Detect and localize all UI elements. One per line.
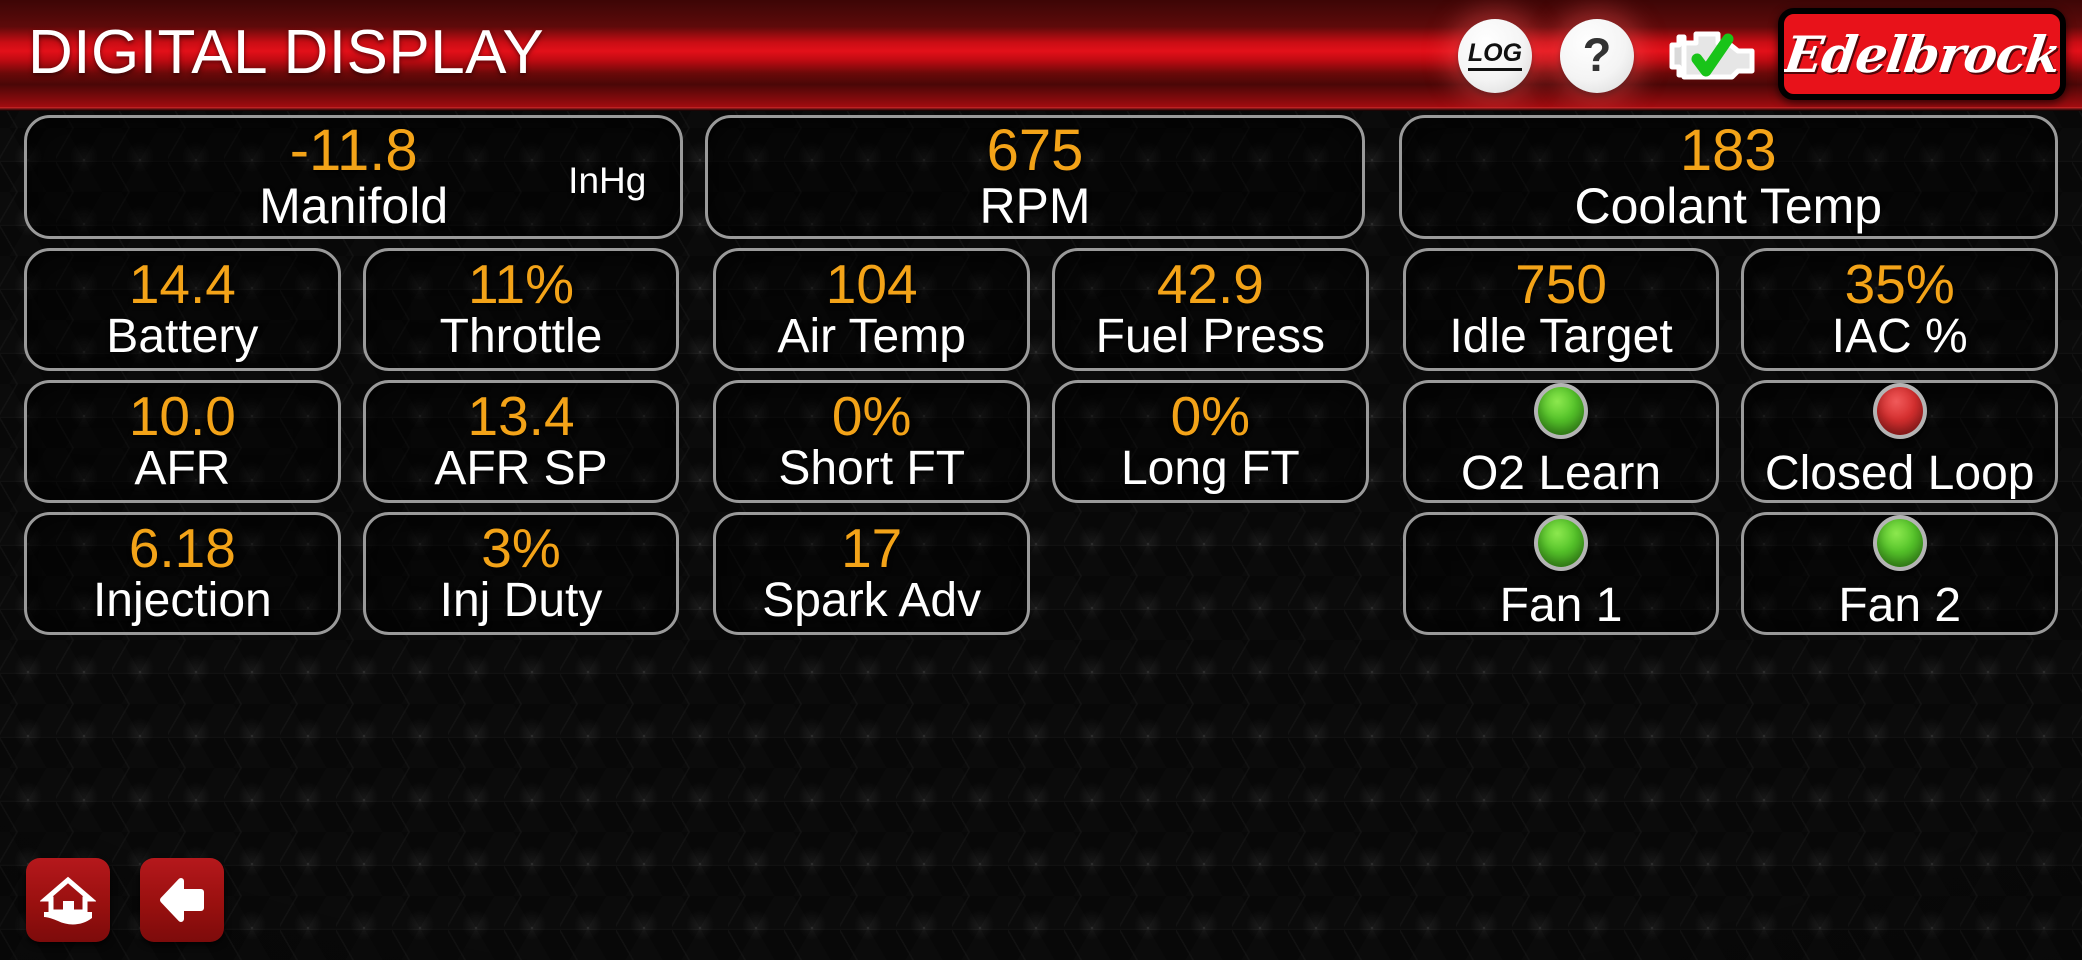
gauge-tile-throttle[interactable]: 11% Throttle <box>362 248 680 371</box>
gauge-label: Inj Duty <box>439 574 603 628</box>
log-label: LOG <box>1467 40 1523 71</box>
log-button[interactable]: LOG <box>1458 18 1532 93</box>
gauge-label: Short FT <box>778 442 966 496</box>
gauge-label: Air Temp <box>777 310 966 364</box>
question-mark-icon: ? <box>1582 27 1612 81</box>
gauge-tile-afr-sp[interactable]: 13.4 AFR SP <box>362 380 680 503</box>
gauge-value: 13.4 <box>467 385 575 448</box>
gauge-tile-short-ft[interactable]: 0% Short FT <box>713 380 1031 503</box>
gauge-row: 10.0 AFR 13.4 AFR SP 0% Short FT 0% Long FT O2 L… <box>24 380 2059 503</box>
gauge-label: Injection <box>92 574 272 628</box>
gauge-value: 0% <box>1170 385 1251 448</box>
gauge-tile-air-temp[interactable]: 104 Air Temp <box>713 248 1031 371</box>
gauge-tile-fan-2[interactable]: Fan 2 <box>1741 512 2059 635</box>
gauge-tile-inj-duty[interactable]: 3% Inj Duty <box>362 512 680 635</box>
gauge-value: 104 <box>825 253 918 316</box>
gauge-value: 42.9 <box>1156 253 1264 316</box>
gauge-tile-injection[interactable]: 6.18 Injection <box>24 512 341 635</box>
gauge-tile-manifold[interactable]: -11.8 Manifold InHg <box>24 115 684 239</box>
gauge-tile-iac[interactable]: 35% IAC % <box>1741 248 2059 371</box>
gauge-tile-fan-1[interactable]: Fan 1 <box>1402 512 1720 635</box>
gauge-label: Battery <box>106 310 259 364</box>
gauge-tile-spark-adv[interactable]: 17 Spark Adv <box>713 512 1031 635</box>
gauge-value: 750 <box>1515 253 1607 316</box>
status-led-green <box>1872 515 1927 572</box>
gauge-label: IAC % <box>1831 310 1968 364</box>
gauge-value: 10.0 <box>128 385 236 448</box>
gauge-label: AFR SP <box>434 442 608 496</box>
gauge-label: Spark Adv <box>762 574 982 628</box>
gauge-label: O2 Learn <box>1460 447 1662 501</box>
gauge-tile-battery[interactable]: 14.4 Battery <box>24 248 341 371</box>
gauge-label: Throttle <box>439 310 603 364</box>
gauge-label: Fan 1 <box>1499 579 1623 633</box>
gauge-label: Closed Loop <box>1764 447 2035 501</box>
gauge-row: -11.8 Manifold InHg 675 RPM 183 Coolant Temp <box>24 115 2058 239</box>
gauge-unit: InHg <box>568 160 647 201</box>
help-button[interactable]: ? <box>1560 18 1634 93</box>
gauge-label: Manifold <box>259 178 449 235</box>
bottom-navigation <box>26 858 224 942</box>
gauge-value: 14.4 <box>128 253 236 316</box>
gauge-value: 675 <box>986 117 1084 183</box>
gauge-label: Long FT <box>1120 442 1300 496</box>
gauge-label: Idle Target <box>1449 310 1673 364</box>
home-icon <box>40 876 96 925</box>
gauge-value: 35% <box>1844 253 1955 316</box>
gauge-tile-long-ft[interactable]: 0% Long FT <box>1052 380 1369 503</box>
status-led-green <box>1534 383 1589 440</box>
status-led-green <box>1534 515 1589 572</box>
gauge-label: Fan 2 <box>1838 579 1962 633</box>
gauge-tile-o2-learn[interactable]: O2 Learn <box>1402 380 1720 503</box>
gauge-value: 183 <box>1679 117 1777 183</box>
gauge-tile-closed-loop[interactable]: Closed Loop <box>1741 380 2059 503</box>
gauge-value: 0% <box>831 385 912 448</box>
brand-name: Edelbrock <box>1780 24 2064 84</box>
gauge-label: Coolant Temp <box>1574 178 1883 235</box>
gauge-label: Fuel Press <box>1095 310 1326 364</box>
status-led-red <box>1872 383 1927 440</box>
gauge-tile-coolant-temp[interactable]: 183 Coolant Temp <box>1398 115 2058 239</box>
back-button[interactable] <box>140 858 224 942</box>
gauge-tile-afr[interactable]: 10.0 AFR <box>24 380 341 503</box>
gauge-tile-idle-target[interactable]: 750 Idle Target <box>1402 248 1720 371</box>
gauge-value: 17 <box>841 517 903 580</box>
gauge-tile-fuel-press[interactable]: 42.9 Fuel Press <box>1052 248 1369 371</box>
home-button[interactable] <box>26 858 110 942</box>
gauge-tile-empty <box>1052 512 1369 635</box>
gauge-value: -11.8 <box>289 117 418 183</box>
gauge-row: 6.18 Injection 3% Inj Duty 17 Spark Adv Fan 1F… <box>24 512 2059 635</box>
page-title: DIGITAL DISPLAY <box>28 18 545 87</box>
back-arrow-icon <box>160 878 204 922</box>
gauge-value: 6.18 <box>128 517 236 580</box>
gauge-grid: -11.8 Manifold InHg 675 RPM 183 Coolant Temp 14… <box>0 111 2082 960</box>
engine-check-ok-icon[interactable] <box>1662 21 1762 91</box>
app-header: DIGITAL DISPLAY LOG ? Edelbrock <box>0 0 2082 111</box>
gauge-label: AFR <box>134 442 231 496</box>
gauge-row: 14.4 Battery 11% Throttle 104 Air Temp 42.9 Fue… <box>24 248 2059 371</box>
header-actions: LOG ? <box>1458 0 1762 111</box>
gauge-label: RPM <box>979 178 1091 235</box>
edelbrock-logo[interactable]: Edelbrock <box>1778 8 2066 100</box>
gauge-value: 3% <box>481 517 561 580</box>
gauge-tile-rpm[interactable]: 675 RPM <box>705 115 1365 239</box>
gauge-value: 11% <box>468 253 574 316</box>
